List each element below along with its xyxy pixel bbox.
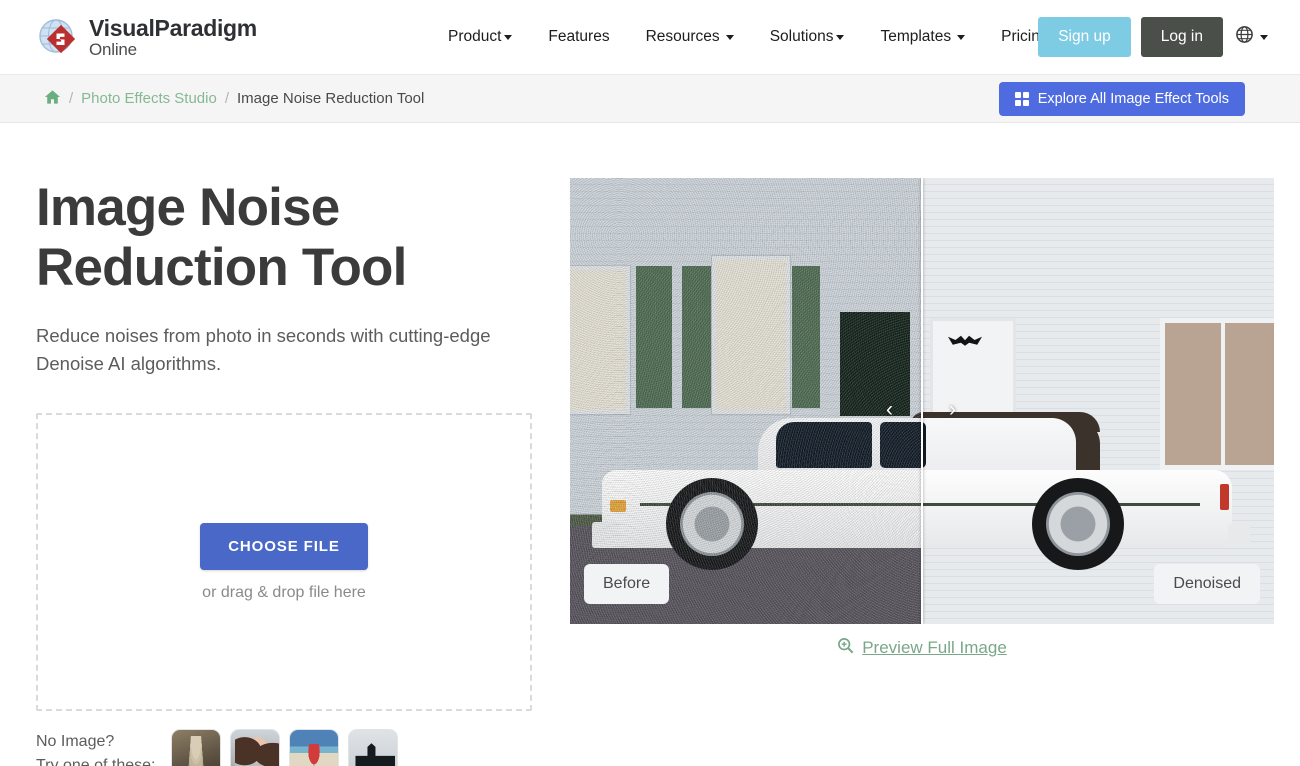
brand-logo-link[interactable]: VisualParadigm Online [36, 15, 257, 59]
brand-name-secondary: Online [89, 39, 137, 59]
sign-up-button[interactable]: Sign up [1038, 17, 1131, 57]
top-navigation-bar: VisualParadigm Online Product Features R… [0, 0, 1300, 75]
preview-full-image-label: Preview Full Image [862, 638, 1007, 657]
globe-diamond-logo-icon [36, 15, 80, 59]
comparison-slider-handle[interactable]: ‹ › [886, 396, 956, 422]
nav-item-features[interactable]: Features [530, 22, 627, 52]
sample-prompt-line2: Try one of these: [36, 757, 156, 766]
breadcrumb-item-current: Image Noise Reduction Tool [237, 90, 425, 107]
chevron-down-icon [725, 34, 734, 40]
grid-icon [1014, 91, 1029, 106]
chevron-left-icon: ‹ [886, 397, 893, 421]
explore-button-label: Explore All Image Effect Tools [1037, 90, 1229, 107]
breadcrumb-bar: / Photo Effects Studio / Image Noise Red… [0, 75, 1300, 123]
sample-thumbnail-church[interactable] [348, 729, 399, 766]
file-dropzone[interactable]: CHOOSE FILE or drag & drop file here [36, 413, 532, 712]
nav-item-templates[interactable]: Templates [862, 22, 983, 52]
main-nav-links: Product Features Resources Solutions Tem… [430, 22, 1067, 52]
nav-item-solutions[interactable]: Solutions [752, 22, 863, 52]
nav-item-features-label: Features [548, 28, 610, 45]
sample-thumbnail-beach[interactable] [289, 729, 340, 766]
breadcrumb-item-photo-effects-studio[interactable]: Photo Effects Studio [81, 90, 217, 107]
right-column: ‹ › Before Denoised Preview Full Image [562, 178, 1274, 766]
page-subtitle: Reduce noises from photo in seconds with… [36, 324, 491, 374]
left-column: Image Noise Reduction Tool Reduce noises… [36, 178, 532, 766]
sample-prompt-line1: No Image? [36, 733, 115, 751]
globe-icon [1235, 25, 1254, 49]
home-icon[interactable] [44, 89, 61, 109]
main-content: Image Noise Reduction Tool Reduce noises… [0, 123, 1300, 766]
sample-thumbnail-portrait[interactable] [230, 729, 281, 766]
sample-prompt-text: No Image? Try one of these: [36, 730, 155, 766]
chevron-down-icon [836, 34, 845, 40]
page-title: Image Noise Reduction Tool [36, 178, 407, 297]
log-in-button[interactable]: Log in [1140, 17, 1223, 57]
language-selector[interactable] [1233, 21, 1270, 53]
chevron-down-icon [1260, 34, 1268, 40]
breadcrumb-separator: / [224, 90, 229, 107]
choose-file-button[interactable]: CHOOSE FILE [200, 522, 368, 570]
sample-images-section: No Image? Try one of these: [36, 729, 532, 766]
sample-thumbnail-list [171, 729, 399, 766]
chevron-down-icon [957, 34, 966, 40]
nav-item-product-label: Product [448, 28, 502, 45]
nav-item-templates-label: Templates [880, 28, 952, 45]
brand-name-primary: VisualParadigm [89, 14, 257, 41]
drag-drop-hint: or drag & drop file here [202, 583, 366, 601]
explore-all-image-effect-tools-button[interactable]: Explore All Image Effect Tools [998, 81, 1245, 116]
chevron-right-icon: › [949, 397, 956, 421]
breadcrumb-separator: / [69, 90, 74, 107]
denoised-label: Denoised [1154, 564, 1260, 604]
zoom-in-icon [837, 637, 854, 659]
account-actions: Sign up Log in [1038, 17, 1270, 57]
nav-item-resources-label: Resources [645, 28, 720, 45]
nav-item-product[interactable]: Product [430, 22, 530, 52]
nav-item-resources[interactable]: Resources [628, 22, 752, 52]
breadcrumb: / Photo Effects Studio / Image Noise Red… [44, 89, 424, 109]
before-after-comparison[interactable]: ‹ › Before Denoised [570, 178, 1274, 624]
sample-thumbnail-stones[interactable] [171, 729, 222, 766]
preview-full-image-link[interactable]: Preview Full Image [570, 637, 1274, 659]
chevron-down-icon [504, 34, 513, 40]
nav-item-solutions-label: Solutions [769, 28, 834, 45]
before-label: Before [584, 564, 670, 604]
